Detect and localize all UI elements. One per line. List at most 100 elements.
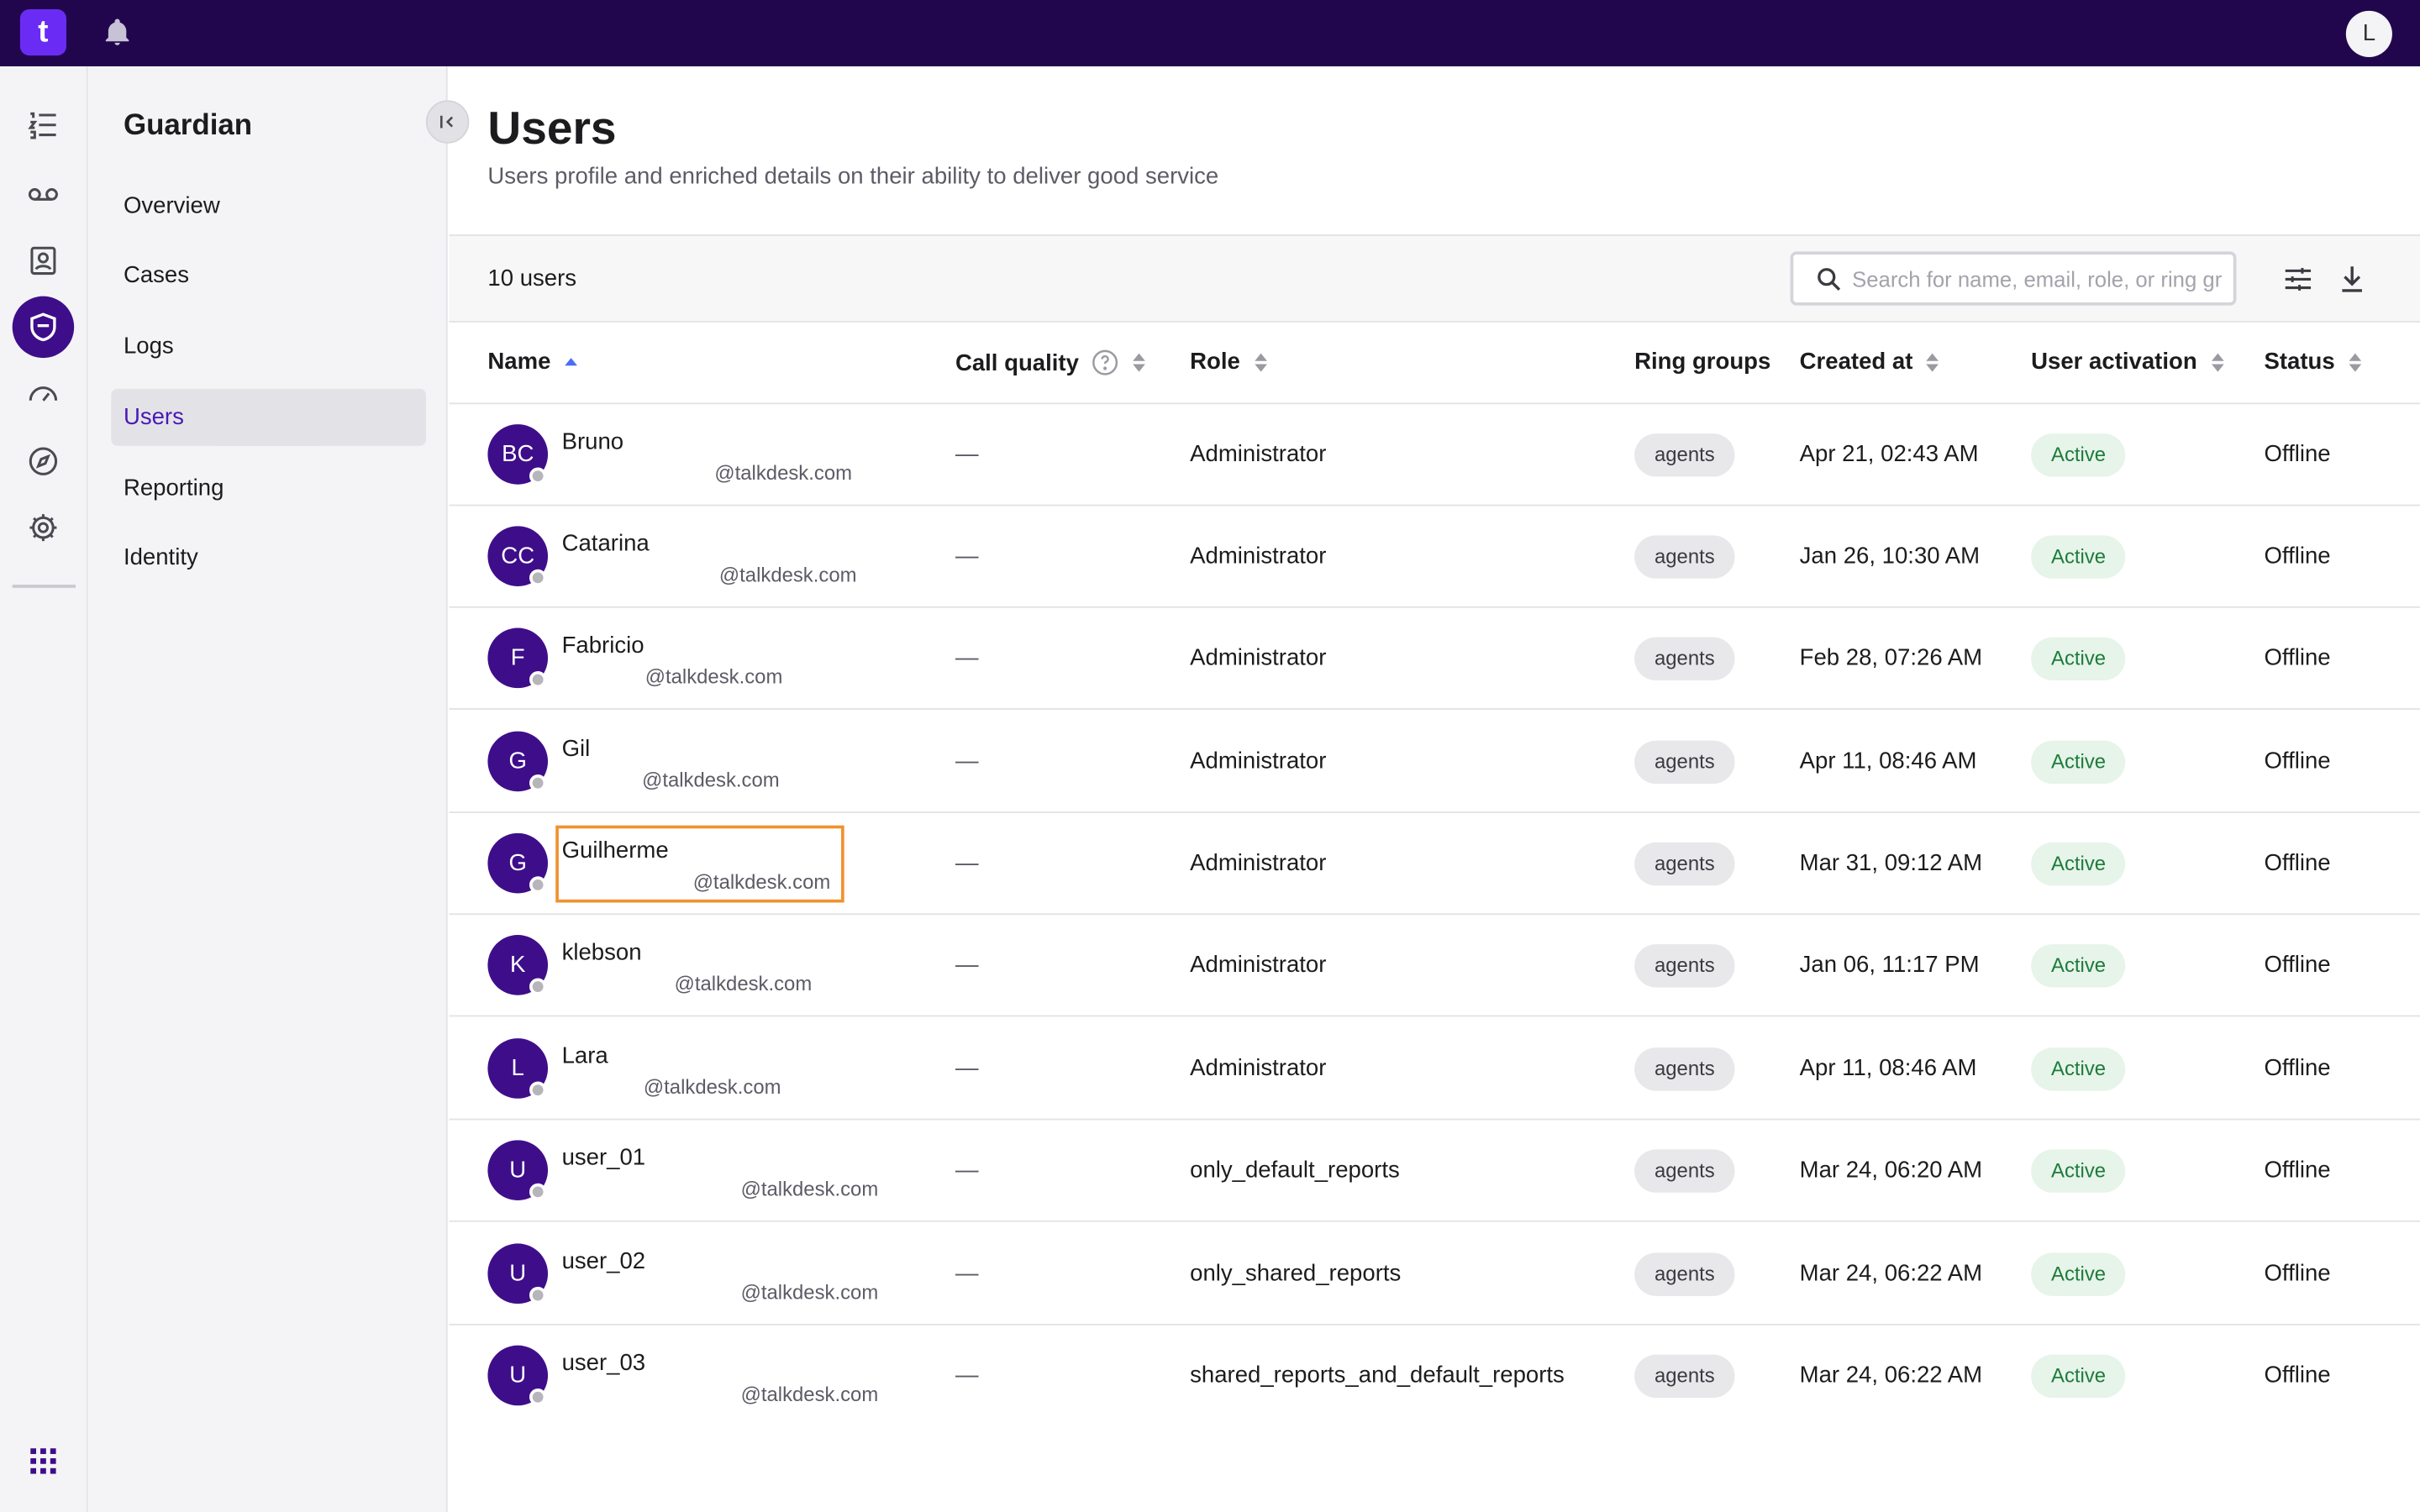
call-quality-value: — [955,1260,979,1287]
table-row[interactable]: G Gil @talkdesk.com — Administrator agen… [449,711,2420,813]
column-header-user-activation[interactable]: User activation [2031,349,2225,375]
rail-explore[interactable] [13,430,74,491]
ring-group-chip: agents [1634,944,1735,988]
user-menu-avatar[interactable]: L [2345,10,2392,57]
talkdesk-logo[interactable]: t [19,9,66,56]
user-name[interactable]: user_03 [562,1350,646,1376]
status-value: Offline [2264,1055,2331,1082]
user-name[interactable]: Gil [562,736,591,762]
user-name[interactable]: Fabricio [562,633,644,659]
sort-icon [2349,352,2361,371]
user-name[interactable]: Guilherme [562,837,669,864]
user-name[interactable]: user_01 [562,1145,646,1171]
user-email: @talkdesk.com [643,1075,781,1099]
role-value: shared_reports_and_default_reports [1190,1362,1565,1389]
created-at-value: Mar 24, 06:22 AM [1799,1260,1983,1287]
user-email: @talkdesk.com [714,461,852,485]
nav-title: Guardian [123,109,253,142]
user-name[interactable]: klebson [562,940,642,966]
user-email: @talkdesk.com [740,1280,879,1305]
nav-item-logs[interactable]: Logs [111,318,426,375]
search-input[interactable] [1852,260,2223,298]
status-value: Offline [2264,644,2331,671]
role-value: Administrator [1190,952,1327,979]
user-email: @talkdesk.com [740,1177,879,1200]
nav-item-cases[interactable]: Cases [111,247,426,304]
status-value: Offline [2264,748,2331,775]
rail-contacts[interactable] [13,230,74,291]
rail-guardian[interactable] [12,296,75,359]
table-row[interactable]: CC Catarina @talkdesk.com — Administrato… [449,506,2420,608]
status-value: Offline [2264,1157,2331,1184]
sort-icon [1926,352,1939,371]
activation-badge: Active [2031,1252,2126,1296]
column-label: Status [2264,349,2335,375]
status-value: Offline [2264,441,2331,468]
activation-badge: Active [2031,944,2126,988]
collapse-nav-button[interactable] [425,100,470,144]
table-row[interactable]: U user_02 @talkdesk.com — only_shared_re… [449,1224,2420,1326]
rail-dashboards[interactable] [13,363,74,424]
column-header-name[interactable]: Name [487,349,578,375]
created-at-value: Apr 21, 02:43 AM [1799,441,1979,468]
compass-icon [29,447,58,475]
voicemail-icon [28,188,58,201]
user-name[interactable]: user_02 [562,1248,646,1274]
activation-badge: Active [2031,433,2126,477]
search-box[interactable] [1790,251,2237,306]
collapse-icon [440,115,454,129]
activation-badge: Active [2031,740,2126,785]
table-row[interactable]: G Guilherme @talkdesk.com — Administrato… [449,813,2420,916]
user-count: 10 users [487,265,577,292]
created-at-value: Apr 11, 08:46 AM [1799,748,1977,775]
nav-item-users[interactable]: Users [111,388,426,446]
table-row[interactable]: U user_01 @talkdesk.com — only_default_r… [449,1120,2420,1222]
nav-item-identity[interactable]: Identity [111,529,426,586]
column-header-created-at[interactable]: Created at [1800,349,1941,375]
bell-icon[interactable] [102,17,133,48]
nav-item-overview[interactable]: Overview [111,177,426,234]
rail-voicemail[interactable] [13,164,74,225]
page-title: Users [487,103,617,155]
call-quality-value: — [955,748,979,775]
rail-activities[interactable] [13,94,74,155]
presence-dot [529,1389,547,1406]
nav-item-reporting[interactable]: Reporting [111,459,426,517]
table-row[interactable]: K klebson @talkdesk.com — Administrator … [449,915,2420,1017]
column-label: Created at [1799,349,1913,375]
column-header-role[interactable]: Role [1190,349,1268,375]
created-at-value: Apr 11, 08:46 AM [1799,1055,1977,1082]
app-root: t L Guardian Overview Cases Logs Users R… [0,0,2420,1512]
ring-group-chip: agents [1634,535,1735,579]
user-email: @talkdesk.com [642,768,780,792]
presence-dot [529,1183,547,1200]
user-name[interactable]: Bruno [562,429,624,455]
call-quality-value: — [955,952,979,979]
user-email: @talkdesk.com [740,1382,879,1406]
table-row[interactable]: F Fabricio @talkdesk.com — Administrator… [449,608,2420,710]
download-icon[interactable] [2335,262,2369,296]
table-row[interactable]: BC Bruno @talkdesk.com — Administrator a… [449,404,2420,507]
created-at-value: Mar 31, 09:12 AM [1799,850,1983,877]
presence-dot [529,978,547,995]
column-header-status[interactable]: Status [2264,349,2362,375]
status-value: Offline [2264,1260,2331,1287]
help-icon[interactable] [1092,349,1119,376]
ring-group-chip: agents [1634,842,1735,886]
role-value: Administrator [1190,850,1327,877]
user-name[interactable]: Catarina [562,531,650,557]
user-name[interactable]: Lara [562,1043,608,1069]
speedometer-icon [29,386,58,402]
contact-book-icon [30,246,56,276]
status-value: Offline [2264,850,2331,877]
list-icon [28,112,56,139]
table-row[interactable]: L Lara @talkdesk.com — Administrator age… [449,1018,2420,1121]
rail-settings[interactable] [13,496,74,558]
table-row[interactable]: U user_03 @talkdesk.com — shared_reports… [449,1326,2420,1427]
gear-icon [29,514,57,542]
rail-app-launcher[interactable] [13,1431,74,1492]
column-header-call-quality[interactable]: Call quality [955,349,1147,376]
role-value: Administrator [1190,543,1327,570]
filter-sliders-icon[interactable] [2281,262,2315,296]
call-quality-value: — [955,644,979,671]
